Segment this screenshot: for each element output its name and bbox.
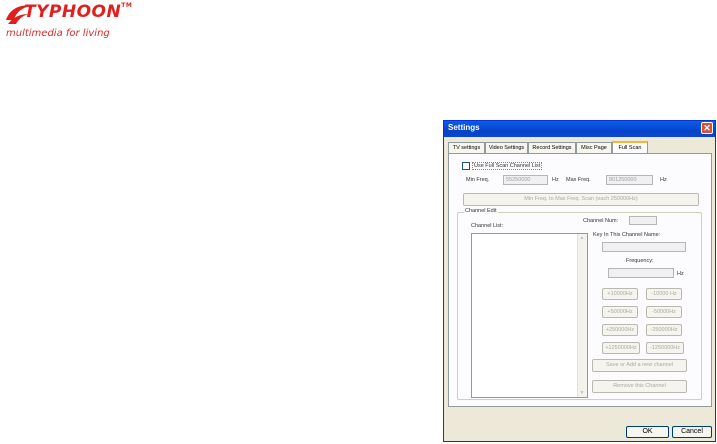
minus-1250000hz-button[interactable]: -1250000Hz [646,342,684,354]
min-freq-hz-label: Hz [552,177,559,183]
max-freq-field[interactable]: 801250000 [606,175,653,185]
scroll-down-icon[interactable]: ▼ [578,389,586,397]
tab-video-settings[interactable]: Video Settings [485,142,528,153]
freq-scan-button[interactable]: Min Freq. to Max Freq. Scan (each 250000… [463,193,699,206]
channel-num-field[interactable] [629,216,657,225]
channel-edit-legend: Channel Edit [464,208,498,214]
tab-tv-settings[interactable]: TV settings [448,142,485,153]
typhoon-logo: TYPHOONTM multimedia for living [4,2,132,42]
max-freq-hz-label: Hz [660,177,667,183]
frequency-field[interactable] [608,268,674,278]
max-freq-label: Max Freq. [566,177,591,183]
minus-250000hz-button[interactable]: -250000Hz [646,324,682,336]
ok-button[interactable]: OK [626,426,669,438]
minus-10000hz-button[interactable]: -10000 Hz [646,288,682,300]
close-button[interactable]: ✕ [701,122,713,134]
frequency-label: Frequency: [626,258,654,264]
remove-channel-button[interactable]: Remove this Channel [592,380,687,393]
close-icon: ✕ [703,123,711,133]
min-freq-field[interactable]: 55250000 [503,175,548,185]
channel-name-field[interactable] [602,242,686,252]
use-full-scan-checkbox[interactable] [462,162,470,170]
tab-misc-page[interactable]: Misc Page [576,142,612,153]
channel-num-label: Channel Num: [583,218,619,224]
channel-list-scrollbar[interactable]: ▲ ▼ [577,234,587,397]
dialog-title: Settings [448,123,480,132]
plus-50000hz-button[interactable]: +50000Hz [602,306,638,318]
minus-50000hz-button[interactable]: -50000Hz [646,306,682,318]
channel-list[interactable]: ▲ ▼ [471,233,588,398]
settings-dialog: Settings ✕ TV settings Video Settings Re… [443,120,716,442]
save-channel-button[interactable]: Save or Add a new channel [592,359,687,372]
logo-wordmark: TYPHOONTM [24,2,133,22]
tab-record-settings[interactable]: Record Settings [528,142,576,153]
use-full-scan-label: Use Full Scan Channel List [472,162,543,170]
key-in-channel-name-label: Key In This Channel Name: [593,232,661,238]
title-bar[interactable]: Settings ✕ [444,121,715,137]
plus-10000hz-button[interactable]: +10000Hz [602,288,638,300]
plus-250000hz-button[interactable]: +250000Hz [602,324,638,336]
min-freq-label: Min Freq. [466,177,490,183]
scroll-up-icon[interactable]: ▲ [578,234,586,242]
cancel-button[interactable]: Cancel [672,426,712,438]
plus-1250000hz-button[interactable]: +1250000Hz [602,342,640,354]
frequency-hz-label: Hz [677,271,684,277]
channel-list-label: Channel List: [471,223,504,229]
logo-tagline: multimedia for living [6,28,110,39]
